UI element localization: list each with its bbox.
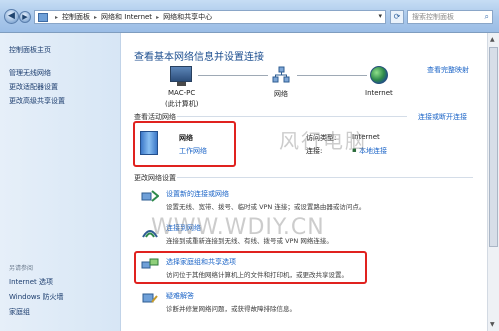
divider — [177, 177, 473, 178]
breadcrumb-separator-icon: ▸ — [55, 13, 59, 21]
connection-line — [198, 75, 268, 76]
sidebar-item-homegroup[interactable]: 家庭组 — [9, 307, 30, 317]
see-also-heading: 另请参阅 — [9, 265, 34, 272]
breadcrumb-separator-icon: ▸ — [94, 13, 98, 21]
task-desc-troubleshoot: 诊断并修复网络问题，或获得故障排除信息。 — [166, 305, 296, 313]
scroll-thumb[interactable] — [489, 47, 498, 247]
watermark-url: WWW.WDIY.CN — [151, 215, 325, 240]
sidebar-item-adapter-settings[interactable]: 更改适配器设置 — [9, 82, 58, 92]
sidebar-item-manage-wireless[interactable]: 管理无线网络 — [9, 68, 51, 78]
view-full-map-link[interactable]: 查看完整映射 — [427, 65, 469, 75]
computer-subtitle: (此计算机) — [165, 100, 199, 108]
chevron-down-icon[interactable]: ▾ — [378, 12, 382, 20]
internet-globe-icon — [370, 66, 388, 84]
address-bar[interactable]: ▸ 控制面板 ▸ 网络和 Internet ▸ 网络和共享中心 ▾ — [34, 10, 386, 24]
sidebar: 控制面板主页 管理无线网络 更改适配器设置 更改高级共享设置 另请参阅 Inte… — [0, 33, 121, 331]
sidebar-item-windows-firewall[interactable]: Windows 防火墙 — [9, 292, 63, 302]
sidebar-item-internet-options[interactable]: Internet 选项 — [9, 277, 53, 287]
search-input[interactable]: 搜索控制面板 ⌕ — [407, 10, 493, 24]
breadcrumb-network-sharing-center[interactable]: 网络和共享中心 — [163, 12, 212, 22]
divider — [177, 116, 407, 117]
highlight-box-active-network — [133, 121, 236, 167]
change-settings-heading: 更改网络设置 — [134, 174, 176, 182]
breadcrumb-separator-icon: ▸ — [156, 13, 160, 21]
task-desc-new-connection: 设置无线、宽带、拨号、临时或 VPN 连接；或设置路由器或访问点。 — [166, 203, 366, 211]
scroll-down-icon[interactable]: ▼ — [490, 321, 495, 328]
sidebar-item-home[interactable]: 控制面板主页 — [9, 45, 51, 55]
computer-icon — [170, 66, 192, 86]
connect-disconnect-link[interactable]: 连接或断开连接 — [418, 112, 467, 122]
watermark-title: 风行电脑 — [279, 129, 367, 153]
network-icon — [271, 65, 291, 85]
vertical-scrollbar[interactable]: ▲ ▼ — [487, 33, 499, 331]
highlight-box-homegroup-task — [134, 251, 367, 284]
forward-button[interactable]: ▶ — [19, 11, 31, 23]
breadcrumb-network-internet[interactable]: 网络和 Internet — [101, 12, 152, 22]
main-content: 查看基本网络信息并设置连接 查看完整映射 MAC-PC (此计算机) 网络 In… — [121, 33, 487, 331]
network-label: 网络 — [274, 90, 288, 98]
control-panel-icon — [38, 12, 48, 22]
breadcrumb-control-panel[interactable]: 控制面板 — [62, 12, 90, 22]
back-button[interactable]: ◀ — [4, 9, 19, 24]
internet-label: Internet — [365, 89, 393, 97]
page-title: 查看基本网络信息并设置连接 — [134, 52, 264, 63]
troubleshoot-icon — [141, 291, 159, 305]
refresh-button[interactable]: ⟳ — [390, 10, 404, 24]
search-icon[interactable]: ⌕ — [485, 11, 489, 23]
new-connection-icon — [141, 189, 160, 203]
scroll-up-icon[interactable]: ▲ — [490, 36, 495, 43]
task-title-new-connection[interactable]: 设置新的连接或网络 — [166, 189, 229, 199]
connection-line — [297, 75, 367, 76]
address-toolbar: ◀ ▶ ▸ 控制面板 ▸ 网络和 Internet ▸ 网络和共享中心 ▾ ⟳ … — [0, 0, 499, 33]
task-title-troubleshoot[interactable]: 疑难解答 — [166, 291, 194, 301]
sidebar-item-advanced-sharing[interactable]: 更改高级共享设置 — [9, 96, 65, 106]
computer-name: MAC-PC — [168, 89, 196, 97]
search-placeholder: 搜索控制面板 — [412, 13, 454, 21]
